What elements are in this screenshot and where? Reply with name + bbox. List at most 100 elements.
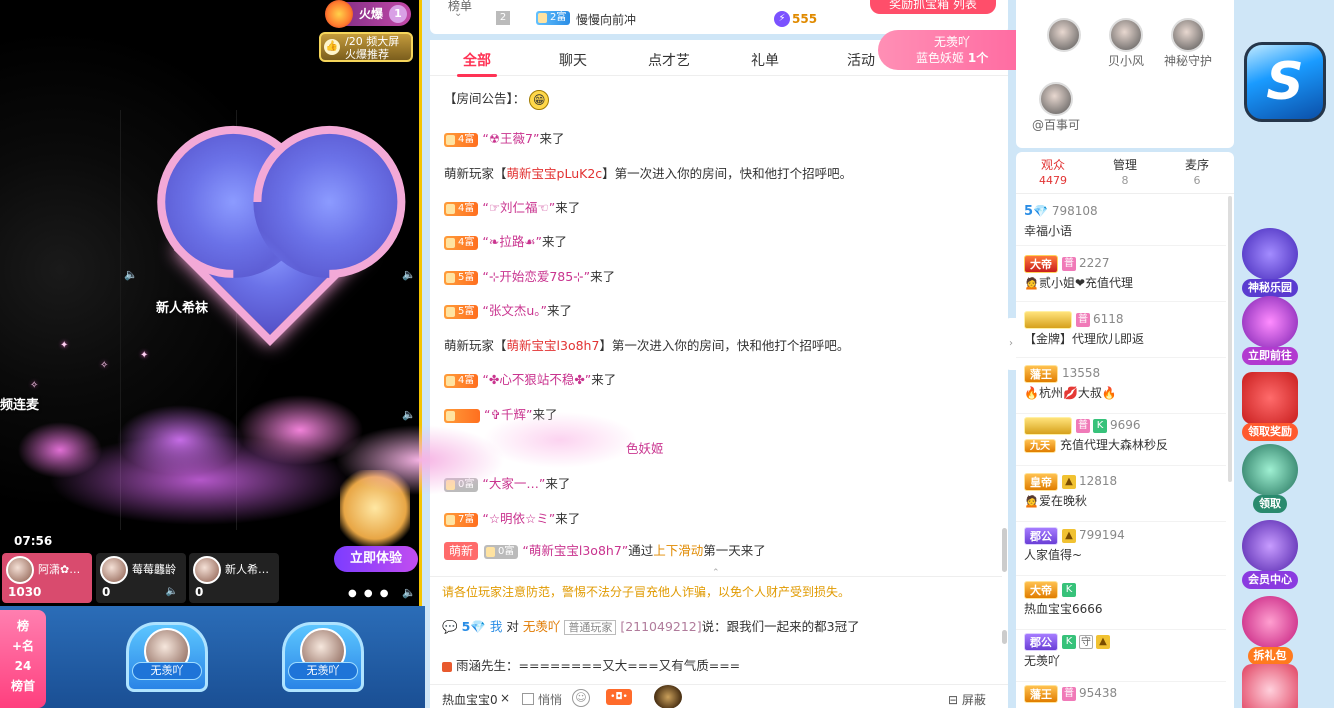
user-name[interactable]: “⊹开始恋爱785⊹” <box>482 269 590 284</box>
tab-talent[interactable]: 点才艺 <box>639 50 699 70</box>
tab-mic-queue[interactable]: 麦序 6 <box>1172 158 1222 188</box>
level-badge: 7富 <box>444 512 479 527</box>
guard-name: 神秘守护 <box>1163 54 1212 68</box>
user-row[interactable]: 皇帝 ▲ 12818 🙍爱在晚秋 <box>1016 470 1226 522</box>
experience-button[interactable]: 立即体验 <box>334 546 418 572</box>
user-name: 🙍爱在晚秋 <box>1024 494 1087 508</box>
user-row[interactable]: 大帝 K 热血宝宝6666 <box>1016 578 1226 630</box>
broadcast-name[interactable]: 雨涵先生： <box>456 658 519 673</box>
target-name[interactable]: 无羡吖 <box>523 619 561 634</box>
go-now-button[interactable]: 立即前往 <box>1232 296 1308 365</box>
target-user[interactable]: 热血宝宝0 <box>442 691 498 708</box>
hot-badge[interactable]: 火爆 1 <box>324 0 411 28</box>
user-name[interactable]: “☢王薇7” <box>482 131 539 146</box>
emoji-icon[interactable]: ☺ <box>572 689 590 707</box>
avatar <box>6 556 34 584</box>
video-stage[interactable]: ✦ ✧ ✦ ✧ 火爆 1 👍 /20 频大屏 火爆推荐 🔈 🔈 新人希袜 频连麦… <box>0 0 422 606</box>
claim-button[interactable]: 领取 <box>1232 444 1308 513</box>
chevron-down-icon[interactable]: ⌄ <box>454 8 462 19</box>
speaker-icon[interactable]: 🔈 <box>402 268 416 281</box>
rank-user[interactable]: 慢慢向前冲 <box>576 11 636 28</box>
scrollbar[interactable] <box>1002 528 1007 572</box>
user-name[interactable]: 萌新宝宝pLuK2c <box>507 166 603 181</box>
person-icon: ▲ <box>1062 528 1076 543</box>
tab-admins[interactable]: 管理 8 <box>1100 158 1150 188</box>
rank-tag-line: 24 <box>14 659 32 673</box>
role-icon: 普 <box>1062 686 1076 701</box>
tab-chat[interactable]: 聊天 <box>543 50 603 70</box>
message-text: 通过 <box>628 543 654 558</box>
platform-logo[interactable]: S <box>1244 42 1326 122</box>
rank-position: 2 <box>496 11 510 25</box>
rank-tag[interactable]: 榜 +名 24 榜首 <box>0 610 46 708</box>
mic-seat[interactable]: 莓莓龘龄 0 🔈 <box>96 553 186 603</box>
user-row[interactable]: 郡公 ▲ 799194 人家值得~ <box>1016 524 1226 576</box>
mic-seat[interactable]: 阿潇✿… 1030 <box>2 553 92 603</box>
chevron-right-icon[interactable]: › <box>1006 318 1016 370</box>
shield-button[interactable]: ⊟ 屏蔽 <box>948 691 986 708</box>
guard-slot[interactable] <box>1034 18 1094 52</box>
anonymous-checkbox[interactable] <box>522 693 534 705</box>
throne-seat[interactable]: 无羡吖 <box>120 622 214 700</box>
user-name[interactable]: “萌新宝宝l3o8h7” <box>522 543 628 558</box>
user-id: [211049212] <box>620 619 702 634</box>
message-text: 来了 <box>555 511 581 526</box>
user-name[interactable]: “❧拉路☙” <box>482 234 542 249</box>
side-label: 拆礼包 <box>1247 647 1293 665</box>
mic-seat[interactable]: 新人希… 0 <box>189 553 279 603</box>
scrollbar[interactable] <box>1002 630 1007 644</box>
recommend-badge[interactable]: 👍 /20 频大屏 火爆推荐 <box>319 32 413 62</box>
claim-reward-button[interactable]: 领取奖励 <box>1232 372 1308 441</box>
avatar <box>100 556 128 584</box>
user-row[interactable]: 郡公 K 守 ▲ 无羡吖 <box>1016 630 1226 682</box>
user-row[interactable]: 普 6118 【金牌】代理欣儿即返 <box>1016 308 1226 358</box>
user-row[interactable]: 藩王普 95438 <box>1016 682 1226 708</box>
message-text: 来了 <box>542 234 568 249</box>
bunny-gift-button[interactable] <box>1232 664 1308 708</box>
rank-badge: 藩王 <box>1024 684 1058 703</box>
open-gift-button[interactable]: 拆礼包 <box>1232 596 1308 665</box>
to-label: 对 <box>506 619 519 634</box>
disc-icon[interactable] <box>654 685 682 708</box>
throne-seat[interactable]: 无羡吖 <box>276 622 370 700</box>
tab-gifts[interactable]: 礼单 <box>735 50 795 70</box>
user-name[interactable]: “张文杰u。” <box>482 303 547 318</box>
pager-dots[interactable]: ● ● ● <box>348 588 391 599</box>
user-row[interactable]: 藩王 13558 🔥杭州💋大叔🔥 <box>1016 362 1226 414</box>
speaker-icon[interactable]: 🔈 <box>402 408 416 421</box>
side-label: 领取奖励 <box>1242 423 1298 441</box>
reward-list-button[interactable]: 奖励抓宝箱 列表 <box>870 0 996 14</box>
message-text: 说：跟我们一起来的都3冠了 <box>701 619 860 634</box>
speaker-icon[interactable]: 🔈 <box>124 268 138 281</box>
user-name[interactable]: “✤心不狠站不稳✤” <box>482 372 591 387</box>
bolt-icon: ⚡ <box>774 11 790 27</box>
tab-audience[interactable]: 观众 4479 <box>1028 158 1078 188</box>
close-icon[interactable]: × <box>500 691 510 705</box>
user-name[interactable]: 萌新宝宝l3o8h7 <box>507 338 600 353</box>
user-row[interactable]: 大帝普 2227 🙍贰小姐❤充值代理 <box>1016 252 1226 302</box>
guard-slot[interactable]: 神秘守护 <box>1158 18 1218 69</box>
member-center-button[interactable]: 会员中心 <box>1232 520 1308 589</box>
fraud-warning: 请各位玩家注意防范，警惕不法分子冒充他人诈骗，以免个人财产受到损失。 <box>430 576 1002 606</box>
red-packet-icon[interactable]: •◘• <box>606 689 632 705</box>
user-row[interactable]: 5💎 798108 幸福小语 <box>1016 200 1226 246</box>
guard-slot[interactable]: 贝小风 <box>1096 18 1156 69</box>
avatar <box>1039 82 1073 116</box>
message-text: 萌新玩家【 <box>444 338 507 353</box>
user-name[interactable]: “☆明依☆ミ” <box>482 511 555 526</box>
user-name[interactable]: “☞刘仁福☜” <box>482 200 555 215</box>
user-name[interactable]: “✞千辉” <box>484 407 532 422</box>
volume-icon[interactable]: 🔈 <box>402 586 416 599</box>
tab-all[interactable]: 全部 <box>447 50 507 77</box>
chat-icon: 💬 <box>442 619 458 634</box>
message-list[interactable]: 【房间公告】： 😁 4富 “☢王薇7”来了 萌新玩家【萌新宝宝pLuK2c】第一次… <box>430 76 1002 576</box>
user-name[interactable]: “大家一…” <box>482 476 545 491</box>
user-name: 充值代理大森林秒反 <box>1060 438 1169 452</box>
guard-slot[interactable]: @百事可 <box>1026 82 1086 133</box>
mystery-park-button[interactable]: 神秘乐园 <box>1232 228 1308 297</box>
bunny-icon <box>1242 664 1298 708</box>
stage-linkmic-label: 频连麦 <box>0 398 40 413</box>
user-row[interactable]: 普 K 9696 九天 充值代理大森林秒反 <box>1016 414 1226 466</box>
rank-tag-line: 榜 <box>16 619 29 633</box>
rank-badge: 皇帝 <box>1024 472 1058 491</box>
